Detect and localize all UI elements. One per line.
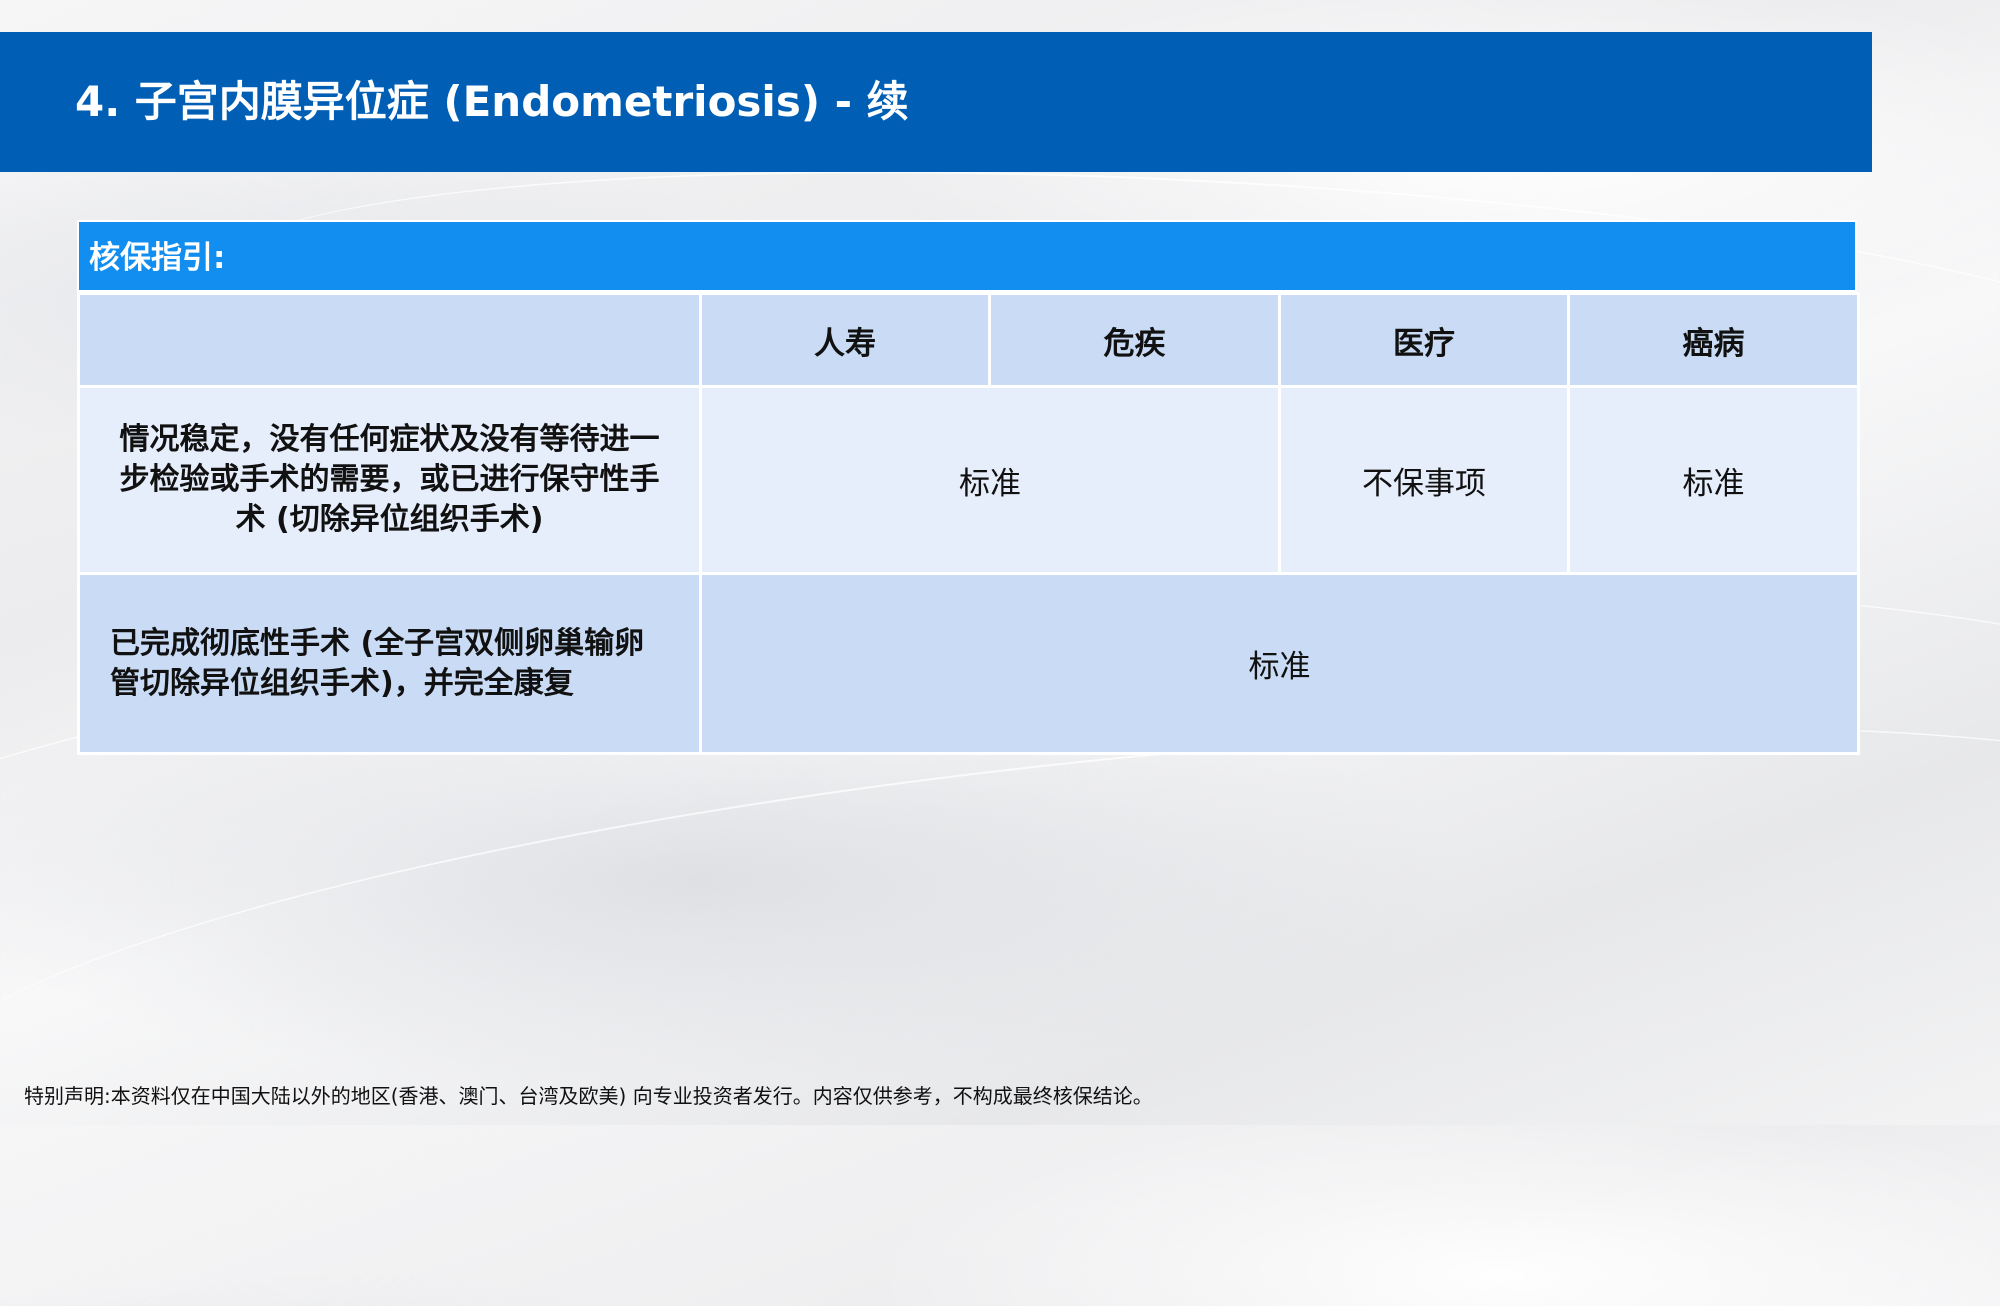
- table-row: 已完成彻底性手术 (全子宫双侧卵巢输卵管切除异位组织手术)，并完全康复 标准: [77, 572, 1860, 755]
- guide-table: 人寿 危疾 医疗 癌病 情况稳定，没有任何症状及没有等待进一步检验或手术的需要，…: [77, 292, 1860, 755]
- medical-decision-cell: 不保事项: [1278, 385, 1570, 575]
- condition-cell: 已完成彻底性手术 (全子宫双侧卵巢输卵管切除异位组织手术)，并完全康复: [77, 572, 702, 755]
- column-header-life: 人寿: [699, 292, 991, 388]
- title-bar: 4. 子宫内膜异位症 (Endometriosis) - 续: [0, 32, 1872, 172]
- page-title: 4. 子宫内膜异位症 (Endometriosis) - 续: [75, 77, 909, 126]
- underwriting-guide: 核保指引: 人寿 危疾 医疗 癌病 情况稳定，没有任何症状及没有等待进一步检验或…: [77, 220, 1860, 755]
- disclaimer-text: 特别声明:本资料仅在中国大陆以外的地区(香港、澳门、台湾及欧美) 向专业投资者发…: [24, 1084, 1153, 1108]
- column-header-condition: [77, 292, 702, 388]
- condition-cell: 情况稳定，没有任何症状及没有等待进一步检验或手术的需要，或已进行保守性手术 (切…: [77, 385, 702, 575]
- column-header-critical-illness: 危疾: [988, 292, 1281, 388]
- table-header-row: 人寿 危疾 医疗 癌病: [77, 292, 1860, 388]
- all-products-decision-cell: 标准: [699, 572, 1860, 755]
- table-row: 情况稳定，没有任何症状及没有等待进一步检验或手术的需要，或已进行保守性手术 (切…: [77, 385, 1860, 575]
- column-header-cancer: 癌病: [1567, 292, 1860, 388]
- life-ci-decision-cell: 标准: [699, 385, 1281, 575]
- cancer-decision-cell: 标准: [1567, 385, 1860, 575]
- column-header-medical: 医疗: [1278, 292, 1570, 388]
- section-header: 核保指引:: [77, 220, 1857, 292]
